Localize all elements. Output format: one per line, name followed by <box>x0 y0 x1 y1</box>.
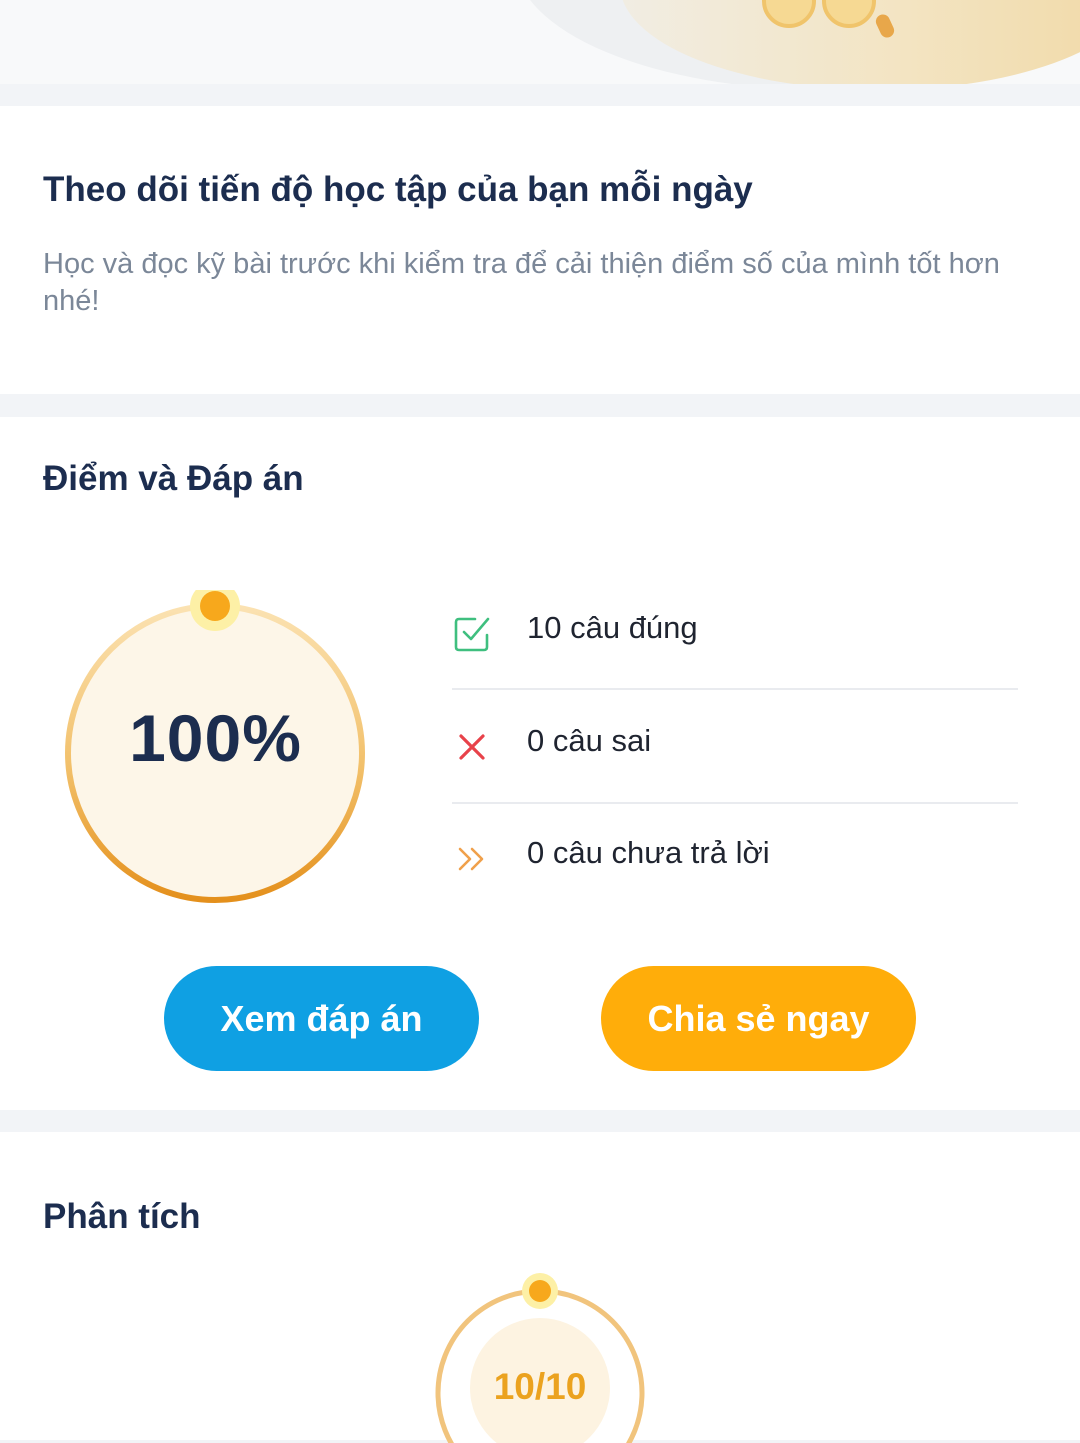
stat-skipped-label: 0 câu chưa trả lời <box>527 835 770 870</box>
header-banner <box>0 0 1080 84</box>
intro-description: Học và đọc kỹ bài trước khi kiểm tra để … <box>43 248 1000 317</box>
stat-wrong-label: 0 câu sai <box>527 723 652 758</box>
score-section-title: Điểm và Đáp án <box>43 459 304 498</box>
double-chevron-right-icon <box>458 847 484 871</box>
close-x-icon <box>459 734 485 760</box>
intro-title: Theo dõi tiến độ học tập của bạn mỗi ngà… <box>43 170 753 209</box>
stat-correct-label: 10 câu đúng <box>527 610 698 645</box>
stat-correct-row: 10 câu đúng <box>452 576 1018 690</box>
analysis-score: 10/10 <box>493 1366 587 1407</box>
view-answers-button[interactable]: Xem đáp án <box>164 966 479 1071</box>
score-percent: 100% <box>129 701 302 775</box>
analysis-section-title: Phân tích <box>43 1197 201 1236</box>
share-now-button[interactable]: Chia sẻ ngay <box>601 966 916 1071</box>
check-square-icon <box>454 617 490 652</box>
stat-wrong-row: 0 câu sai <box>452 690 1018 804</box>
stat-skipped-row: 0 câu chưa trả lời <box>452 803 1018 915</box>
analysis-progress-ring <box>433 1273 647 1443</box>
